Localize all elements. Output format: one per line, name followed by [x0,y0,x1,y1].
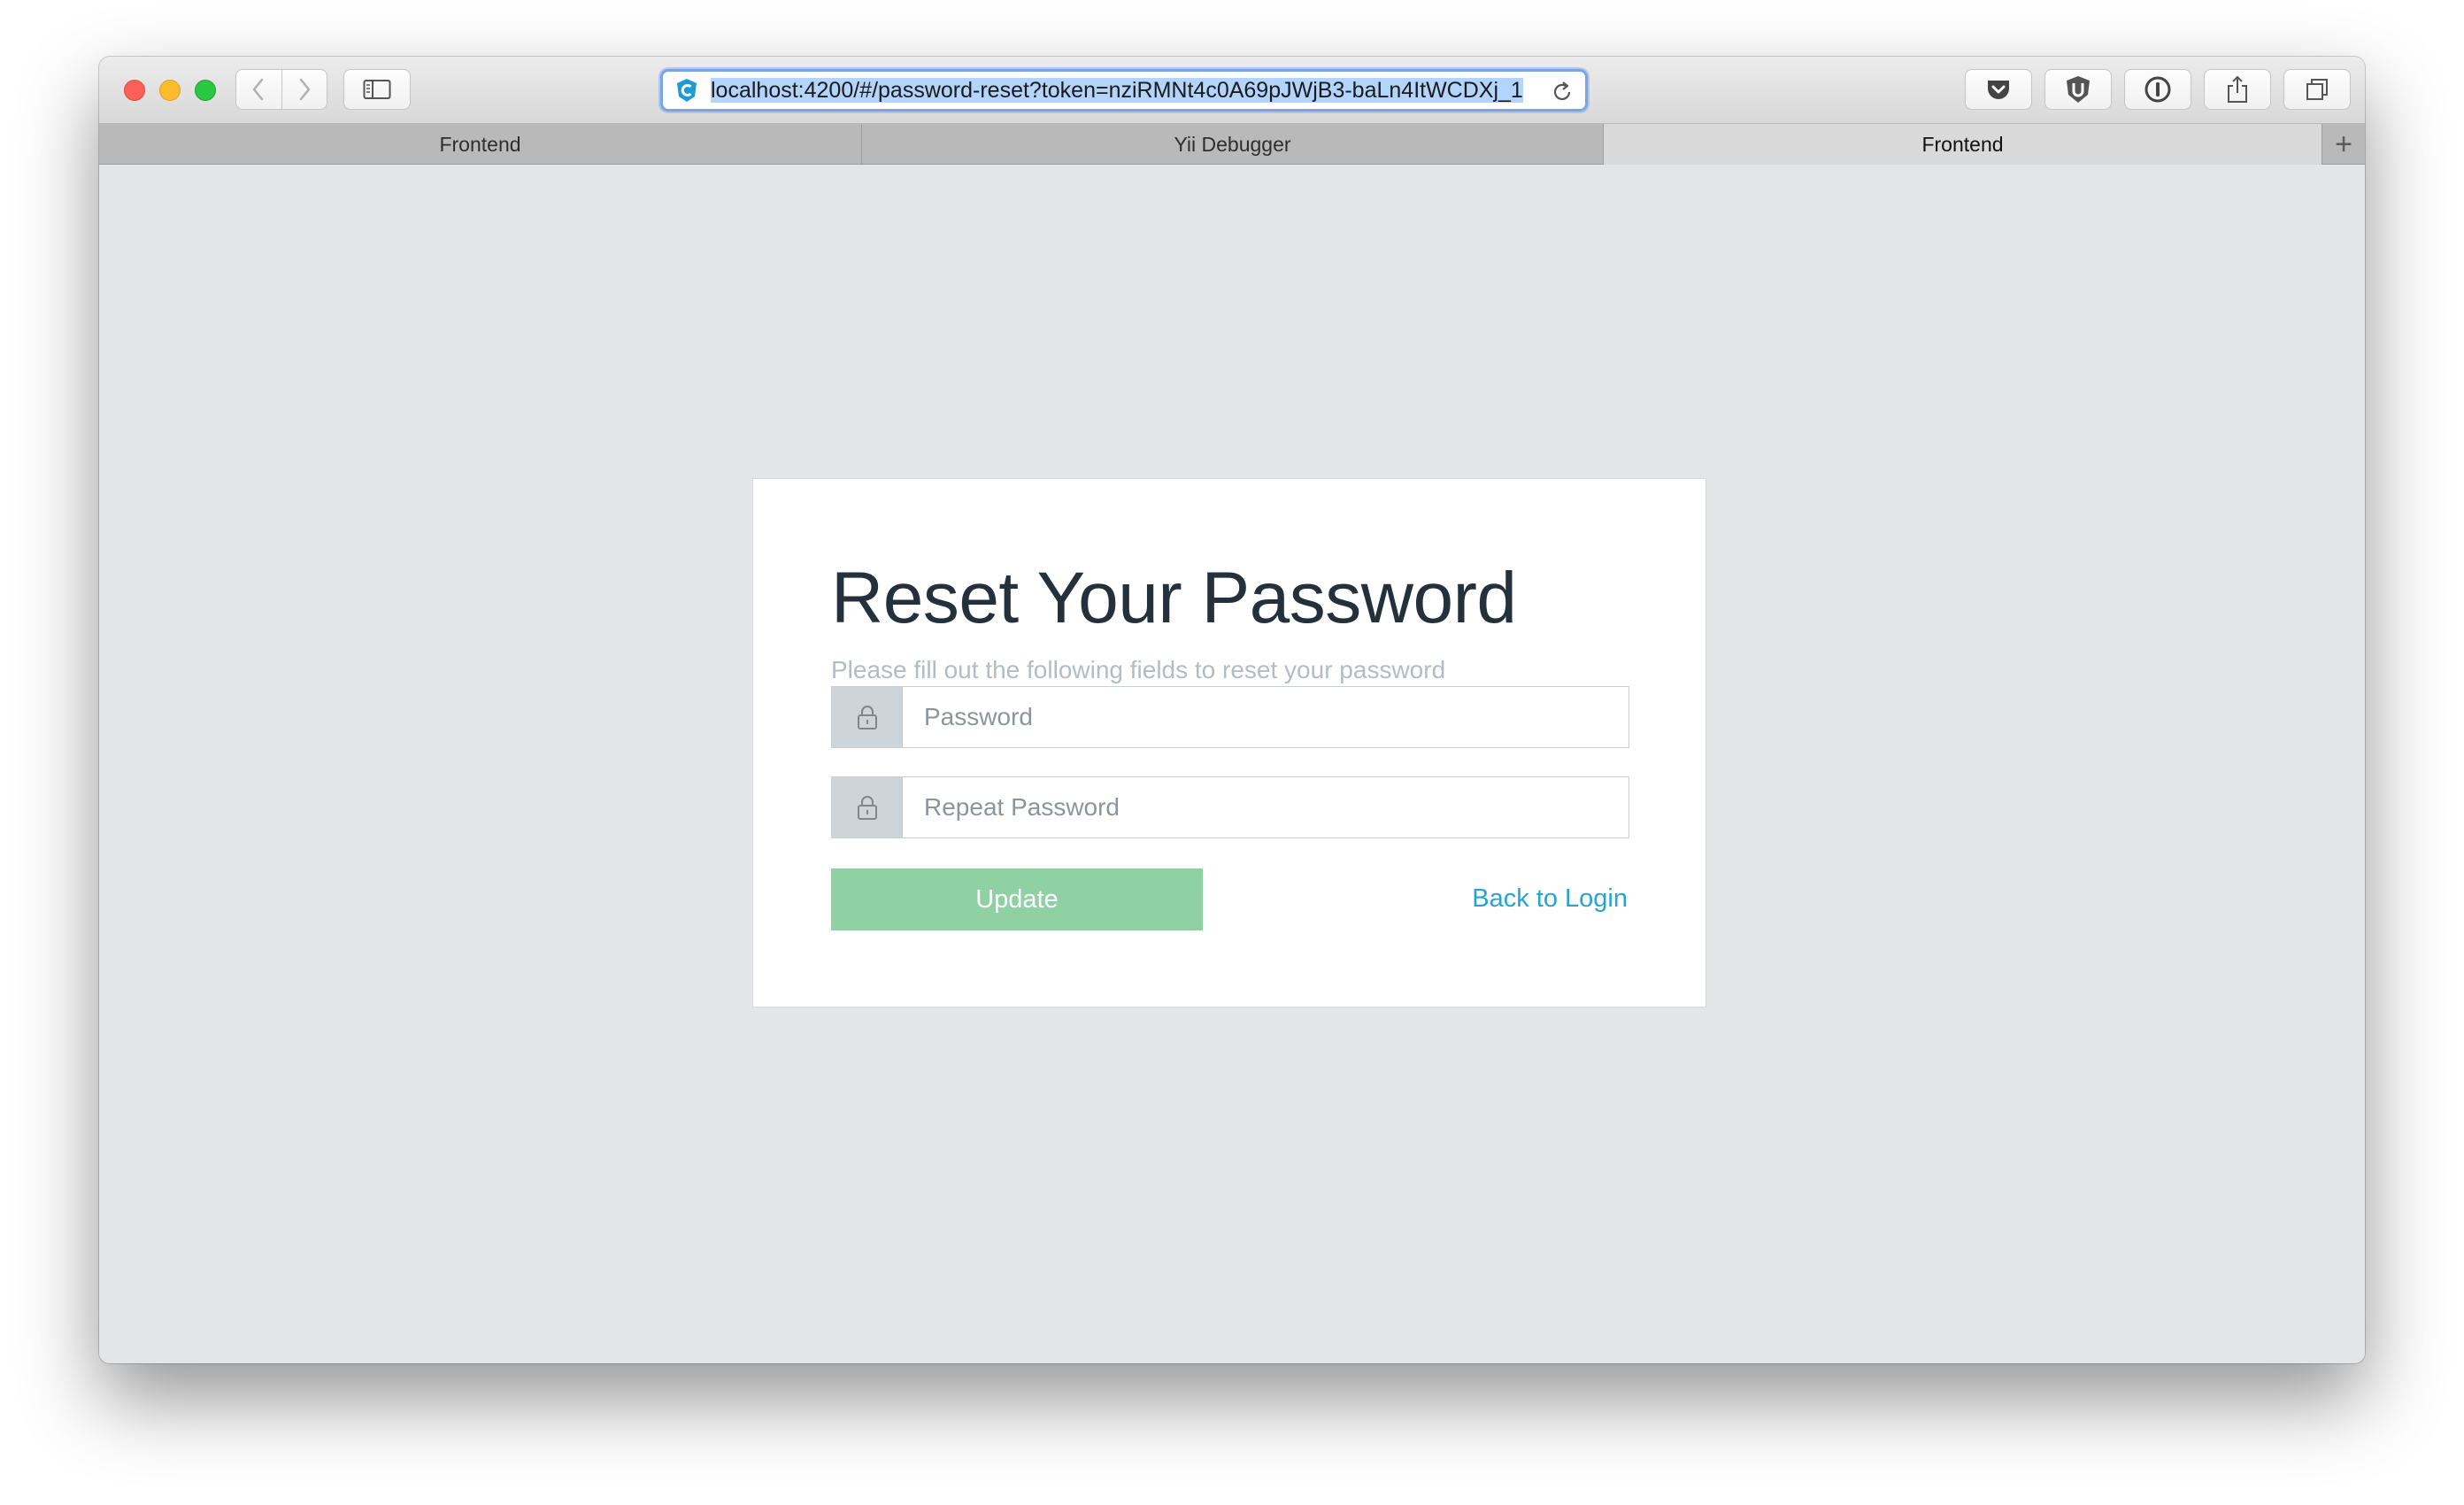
back-button[interactable] [236,70,281,109]
browser-window: localhost:4200/#/password-reset?token=nz… [99,57,2365,1363]
password-addon [832,687,903,747]
maximize-window-button[interactable] [195,80,216,101]
pocket-button[interactable] [1965,69,2032,110]
reset-password-card: Reset Your Password Please fill out the … [752,478,1706,1007]
back-to-login-link[interactable]: Back to Login [1472,884,1628,914]
password-input[interactable] [903,687,1629,747]
chevron-left-icon [253,78,264,101]
tab-frontend-1[interactable]: Frontend [99,124,862,165]
1password-button[interactable] [2124,69,2191,110]
repeat-password-addon [832,777,903,837]
url-text[interactable]: localhost:4200/#/password-reset?token=nz… [711,77,1552,104]
share-icon [2228,75,2247,103]
reload-icon[interactable] [1550,80,1575,104]
tab-bar: Frontend Yii Debugger Frontend + [99,124,2365,165]
page-title: Reset Your Password [831,558,1517,638]
address-bar[interactable]: localhost:4200/#/password-reset?token=nz… [660,69,1588,112]
sidebar-toggle-button[interactable] [343,69,411,110]
lock-icon [857,706,877,729]
site-shield-icon [677,79,697,102]
browser-toolbar: localhost:4200/#/password-reset?token=nz… [99,57,2365,124]
new-tab-button[interactable]: + [2322,124,2365,165]
sidebar-icon [363,80,391,99]
forward-button[interactable] [281,70,327,109]
navigation-buttons [235,69,327,110]
page-subtitle: Please fill out the following fields to … [831,656,1446,683]
repeat-password-field-group [831,776,1629,838]
show-tabs-button[interactable] [2283,69,2351,110]
share-button[interactable] [2204,69,2271,110]
1password-icon [2144,76,2171,103]
minimize-window-button[interactable] [159,80,181,101]
chevron-right-icon [299,78,311,101]
pocket-icon [1988,81,2009,99]
close-window-button[interactable] [124,80,145,101]
lock-icon [857,796,877,820]
password-field-group [831,686,1629,748]
page-content: Reset Your Password Please fill out the … [99,165,2365,1363]
repeat-password-input[interactable] [903,777,1629,837]
ublock-icon [2067,76,2090,103]
update-button[interactable]: Update [831,868,1203,930]
tab-frontend-active[interactable]: Frontend [1604,124,2322,165]
ublock-button[interactable] [2044,69,2112,110]
tab-yii-debugger[interactable]: Yii Debugger [862,124,1604,165]
tabs-overview-icon [2306,79,2328,100]
